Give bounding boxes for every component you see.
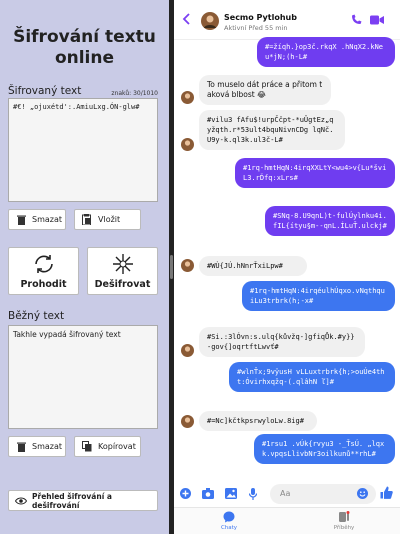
tab-chats[interactable]: Chaty xyxy=(199,511,259,531)
back-arrow-icon[interactable] xyxy=(182,13,190,25)
avatar xyxy=(181,138,194,151)
avatar xyxy=(181,91,194,104)
encrypt-button[interactable]: Prohodit xyxy=(8,247,79,295)
plain-text-field[interactable]: Takhle vypadá šifrovaný text xyxy=(8,325,158,429)
message-bubble-incoming[interactable]: #=Nc]kčtkpsrwyloLw.8ig# xyxy=(199,411,317,431)
message-bubble-outgoing[interactable]: #wlnŤx;9vÿusH vLLuxtrbrk{h;>ouÚe4tht:Óvi… xyxy=(229,362,395,392)
cipher-app-panel: Šifrování textu online Šifrovaný text zn… xyxy=(0,0,169,534)
clear-label-2: Smazat xyxy=(32,442,63,451)
composer-bar: Aa xyxy=(174,481,400,507)
message-bubble-outgoing[interactable]: #SNq-8.U9qnL)t-fulÚylnku4i.fIL{ítyu§m--q… xyxy=(265,206,395,236)
avatar xyxy=(181,344,194,357)
chat-header: Secmo Pytlohub Aktivní Před 55 min xyxy=(174,0,400,40)
contact-name: Secmo Pytlohub xyxy=(224,13,297,22)
clear-encrypted-button[interactable]: Smazat xyxy=(8,209,66,230)
copy-label: Kopírovat xyxy=(98,442,136,451)
paste-label: Vložit xyxy=(98,215,121,224)
emoji-icon[interactable] xyxy=(357,488,368,499)
app-title: Šifrování textu online xyxy=(13,27,156,68)
copy-icon xyxy=(81,441,93,453)
message-bubble-outgoing[interactable]: #1rsu1 .vÚk{rvyu3 -_ŤsÚ. „lqxk.vpqsLlivb… xyxy=(254,434,395,464)
trash-icon xyxy=(15,214,27,226)
message-bubble-outgoing[interactable]: #1rq-hmtHqN:4irqéulhÚqxo.vNqthquiLu3trbr… xyxy=(242,281,395,311)
paste-icon xyxy=(81,214,93,226)
copy-button[interactable]: Kopírovat xyxy=(74,436,141,457)
encrypt-label: Prohodit xyxy=(20,279,67,290)
camera-icon[interactable] xyxy=(202,488,214,499)
overview-button[interactable]: Přehled šifrování a dešifrování xyxy=(8,490,158,511)
paste-button[interactable]: Vložit xyxy=(74,209,141,230)
encrypted-text-label: Šifrovaný text xyxy=(8,85,82,97)
phone-icon[interactable] xyxy=(351,14,362,25)
tab-chats-label: Chaty xyxy=(220,525,238,531)
chat-bubble-icon xyxy=(223,511,235,523)
contact-status: Aktivní Před 55 min xyxy=(224,24,288,32)
message-bubble-outgoing[interactable]: #1rq-hmtHqN:4irqXXLtY<wu4>v{Lu*šviL3.rĎf… xyxy=(235,158,395,188)
gallery-icon[interactable] xyxy=(225,488,237,499)
message-bubble-incoming[interactable]: To muselo dát práce a přitom taková blbo… xyxy=(199,75,331,105)
avatar[interactable] xyxy=(201,12,219,30)
sparkle-icon xyxy=(112,254,133,274)
decrypt-button[interactable]: Dešifrovat xyxy=(87,247,158,295)
plain-text-label: Běžný text xyxy=(8,310,65,322)
video-camera-icon[interactable] xyxy=(370,15,384,25)
split-handle[interactable] xyxy=(170,255,173,279)
plus-icon[interactable] xyxy=(180,488,191,499)
clear-label: Smazat xyxy=(32,215,63,224)
eye-icon xyxy=(15,495,27,507)
decrypt-label: Dešifrovat xyxy=(94,279,151,290)
thumbs-up-icon[interactable] xyxy=(380,486,393,499)
clear-plain-button[interactable]: Smazat xyxy=(8,436,66,457)
messenger-panel: Secmo Pytlohub Aktivní Před 55 min #=žíq… xyxy=(174,0,400,534)
overview-label: Přehled šifrování a dešifrování xyxy=(32,491,112,510)
tab-stories[interactable]: Příběhy xyxy=(314,511,374,531)
swap-arrows-icon xyxy=(34,255,53,273)
tab-stories-label: Příběhy xyxy=(333,525,355,531)
encrypted-text-field[interactable]: #€! „ojuxétd':.AmiuLxg.ÓN-glw# xyxy=(8,98,158,202)
bottom-tab-bar: Chaty Příběhy xyxy=(174,507,400,534)
stories-icon xyxy=(339,511,350,522)
trash-icon xyxy=(15,441,27,453)
message-bubble-outgoing[interactable]: #=žíqh.}op3č.rkqX .hNqX2.kNeu*jN;(h-L# xyxy=(257,37,395,67)
message-bubble-incoming[interactable]: #vilu3 fAfu$!urpČčpt-*uÛgtEz„q yžqth.r*5… xyxy=(199,110,345,150)
avatar xyxy=(181,259,194,272)
char-counter: znaků: 30/1010 xyxy=(111,90,158,97)
message-bubble-incoming[interactable]: #Si.:3lÓvn:s.ulq{kůvžq-]gfiqŮk.#y}}-gov{… xyxy=(199,327,365,357)
microphone-icon[interactable] xyxy=(249,488,257,500)
avatar xyxy=(181,415,194,428)
message-bubble-incoming[interactable]: #WÙ{JÚ.hNnrŤxiLpw# xyxy=(199,256,307,276)
